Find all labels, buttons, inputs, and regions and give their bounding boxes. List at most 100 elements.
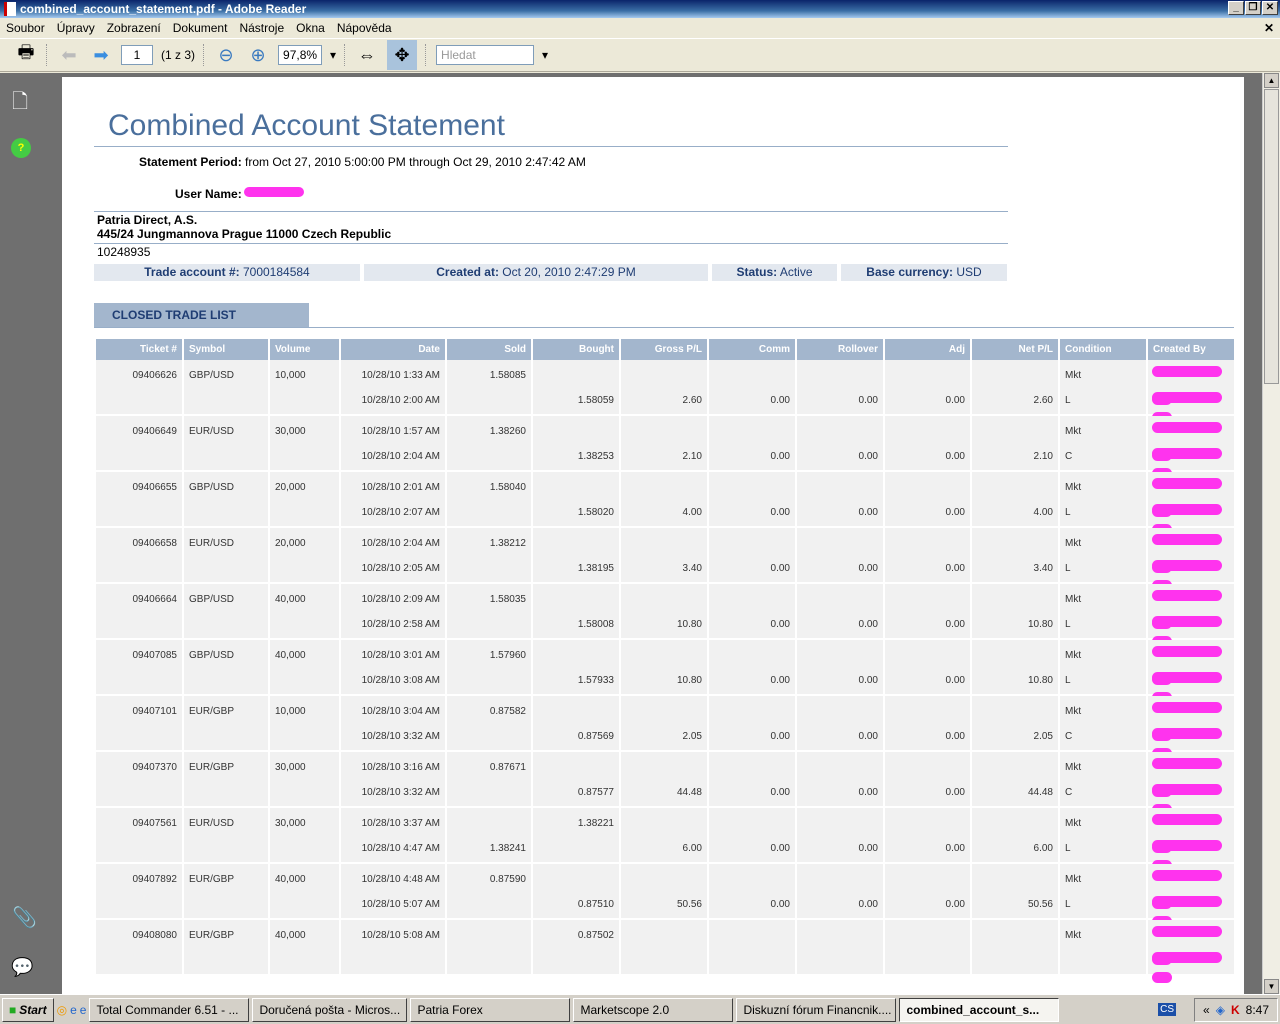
table-row: 09407101 EUR/GBP 10,000 10/28/10 3:04 AM 10/… (96, 696, 1234, 759)
comm: 0.00 (770, 563, 790, 574)
redaction-mark (1152, 702, 1222, 713)
volume: 40,000 (275, 650, 306, 661)
cell-adj: 0.00 (885, 584, 970, 640)
search-input[interactable]: Hledat (436, 45, 535, 65)
adj: 0.00 (945, 563, 965, 574)
cell-rollover: 0.00 (797, 808, 883, 864)
volume: 40,000 (275, 594, 306, 605)
restore-button[interactable]: ❐ (1245, 1, 1261, 15)
cell-bought: 0.87577 (533, 752, 619, 808)
help-icon[interactable]: ? (11, 138, 31, 158)
redaction-mark (1152, 560, 1222, 571)
network-icon[interactable]: ◈ (1216, 1003, 1225, 1017)
print-icon[interactable]: 🖶 (14, 42, 38, 67)
ticket: 09406649 (132, 426, 178, 437)
task-adobe-reader[interactable]: combined_account_s... (899, 997, 1060, 1022)
cell-rollover: 0.00 (797, 752, 883, 808)
cell-bought: 1.38195 (533, 528, 619, 584)
cell-volume: 40,000 (270, 640, 339, 696)
symbol: EUR/GBP (189, 706, 235, 717)
task-outlook[interactable]: Doručená pošta - Micros... (252, 997, 408, 1022)
table-row: 09406664 GBP/USD 40,000 10/28/10 2:09 AM 10/… (96, 584, 1234, 647)
close-sold (452, 724, 526, 749)
task-marketscope[interactable]: Marketscope 2.0 (573, 997, 734, 1022)
minimize-button[interactable]: _ (1228, 1, 1244, 15)
cell-rollover (797, 920, 883, 976)
menu-soubor[interactable]: Soubor (6, 21, 45, 35)
close-document-icon[interactable]: ✕ (1264, 21, 1274, 35)
scroll-thumb[interactable] (1264, 89, 1279, 384)
page-number-input[interactable]: 1 (121, 45, 153, 65)
net: 4.00 (1033, 507, 1053, 518)
close-date: 10/28/10 2:58 AM (361, 619, 440, 630)
open-date: 10/28/10 1:33 AM (361, 370, 440, 381)
vertical-scrollbar[interactable]: ▲ ▼ (1262, 73, 1280, 994)
cell-bought: 1.38253 (533, 416, 619, 472)
cell-sold: 0.87582 (447, 696, 531, 752)
cell-gross-p-l: 4.00 (621, 472, 707, 528)
expand-tray-icon[interactable]: « (1203, 1003, 1210, 1017)
close-date: 10/28/10 2:00 AM (361, 395, 440, 406)
cell-sold: 1.58085 (447, 360, 531, 416)
cell-rollover: 0.00 (797, 416, 883, 472)
open-bought (538, 531, 614, 556)
next-page-icon[interactable]: ➡ (89, 43, 113, 67)
cell-condition: Mkt C (1060, 752, 1146, 808)
cell-gross-p-l: 2.10 (621, 416, 707, 472)
menu-zobrazeni[interactable]: Zobrazení (107, 21, 161, 35)
ie2-quicklaunch-icon[interactable]: e (80, 1003, 87, 1017)
menu-napoveda[interactable]: Nápověda (337, 21, 392, 35)
menu-nastroje[interactable]: Nástroje (239, 21, 284, 35)
net: 2.10 (1033, 451, 1053, 462)
broker-address: 445/24 Jungmannova Prague 11000 Czech Re… (97, 227, 392, 241)
cell-comm: 0.00 (709, 528, 795, 584)
cell-created-by (1148, 584, 1234, 647)
statement-title: Combined Account Statement (108, 109, 505, 142)
open-date: 10/28/10 5:08 AM (361, 930, 440, 941)
fit-width-icon[interactable]: ⇔ (355, 43, 379, 67)
task-patria-forex[interactable]: Patria Forex (410, 997, 571, 1022)
close-date: 10/28/10 3:32 AM (361, 731, 440, 742)
zoom-in-icon[interactable]: ⊕ (246, 43, 270, 67)
period-label: Statement Period: (139, 155, 242, 169)
cell-rollover: 0.00 (797, 864, 883, 920)
cell-comm: 0.00 (709, 360, 795, 416)
open-sold: 1.58085 (489, 370, 526, 381)
pages-icon[interactable]: 🗋 (12, 87, 28, 121)
redaction-mark (1152, 758, 1222, 769)
menu-dokument[interactable]: Dokument (173, 21, 228, 35)
task-forum[interactable]: Diskuzní fórum Financnik.... (736, 997, 897, 1022)
scroll-up-icon[interactable]: ▲ (1264, 73, 1279, 88)
menu-upravy[interactable]: Úpravy (57, 21, 95, 35)
cell-adj: 0.00 (885, 696, 970, 752)
table-row: 09408080 EUR/GBP 40,000 10/28/10 5:08 AM 0.8… (96, 920, 1234, 983)
language-indicator[interactable]: CS (1158, 1003, 1176, 1016)
ticket: 09406658 (132, 538, 178, 549)
outlook-quicklaunch-icon[interactable]: ◎ (57, 1003, 67, 1017)
zoom-input[interactable]: 97,8% (278, 45, 323, 65)
column-header: Symbol (184, 339, 268, 360)
cell-date: 10/28/10 3:37 AM 10/28/10 4:47 AM (341, 808, 445, 864)
previous-page-icon[interactable]: ⬅ (57, 43, 81, 67)
cell-bought: 0.87502 (533, 920, 619, 976)
close-button[interactable]: ✕ (1262, 1, 1278, 15)
close-sold (452, 556, 526, 581)
task-total-commander[interactable]: Total Commander 6.51 - ... (89, 997, 250, 1022)
comments-icon[interactable]: 💬 (11, 957, 33, 978)
search-dropdown-icon[interactable]: ▾ (542, 48, 548, 62)
zoom-dropdown-icon[interactable]: ▾ (330, 48, 336, 62)
cell-volume: 30,000 (270, 416, 339, 472)
zoom-out-icon[interactable]: ⊖ (214, 43, 238, 67)
broker-name: Patria Direct, A.S. (97, 213, 198, 227)
base-currency-label: Base currency: (866, 265, 954, 279)
ie-quicklaunch-icon[interactable]: e (70, 1003, 77, 1017)
rollover: 0.00 (858, 451, 878, 462)
start-button[interactable]: ■ Start (2, 997, 54, 1022)
cell-ticket: 09406655 (96, 472, 182, 528)
menu-okna[interactable]: Okna (296, 21, 325, 35)
antivirus-icon[interactable]: K (1231, 1003, 1240, 1017)
fit-page-icon[interactable]: ✥ (387, 40, 418, 70)
redaction-mark (1152, 590, 1222, 601)
attachment-icon[interactable]: 📎 (12, 905, 37, 930)
scroll-down-icon[interactable]: ▼ (1264, 979, 1279, 994)
